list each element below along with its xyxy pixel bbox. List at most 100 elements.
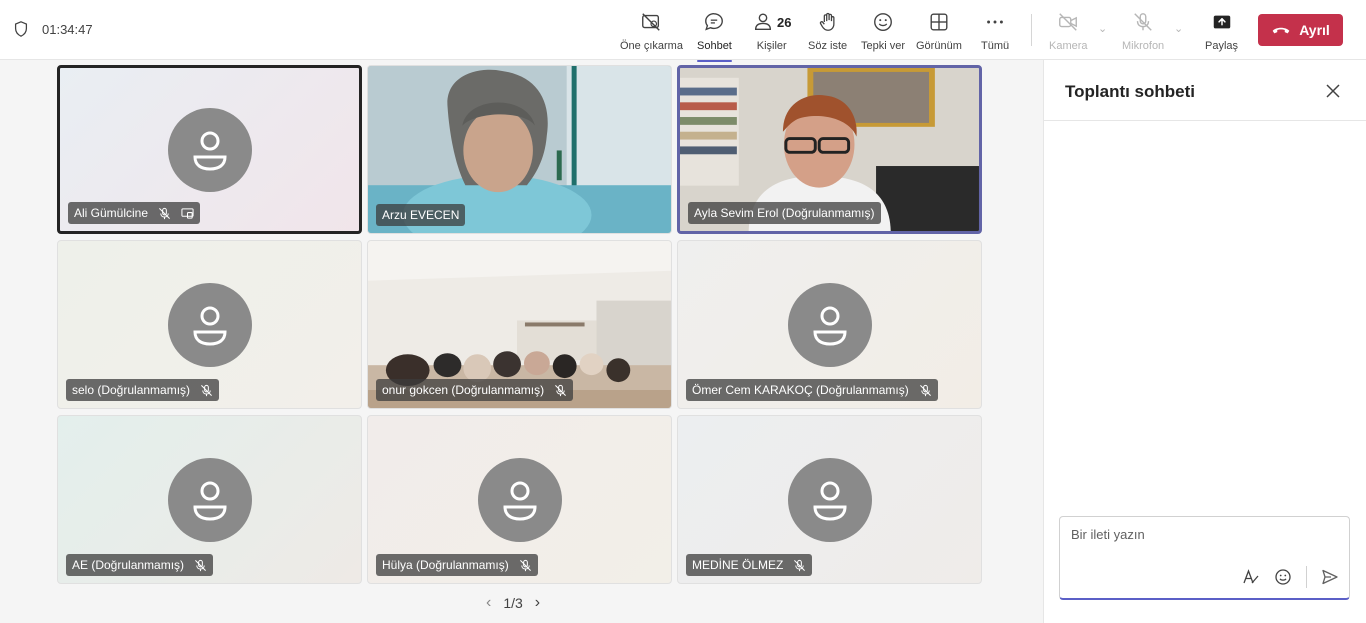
participant-tile[interactable]: Arzu EVECEN (367, 65, 672, 234)
chat-title: Toplantı sohbeti (1065, 82, 1196, 101)
camera-options-chevron-icon[interactable]: ⌄ (1098, 22, 1107, 35)
participant-name-tag: Ömer Cem KARAKOÇ (Doğrulanmamış) (686, 379, 938, 401)
participant-name: Hülya (Doğrulanmamış) (382, 558, 509, 572)
emoji-icon[interactable] (1274, 568, 1292, 586)
person-icon (502, 481, 537, 521)
hand-icon (819, 12, 835, 31)
leave-label: Ayrıl (1299, 22, 1330, 38)
raise-hand-button[interactable]: Söz iste (808, 10, 847, 56)
participant-tile[interactable]: Ayla Sevim Erol (Doğrulanmamış) (677, 65, 982, 234)
participant-name: selo (Doğrulanmamış) (72, 383, 191, 397)
person-icon (192, 481, 227, 521)
more-icon (987, 20, 1003, 24)
message-composer (1059, 516, 1350, 600)
react-label: Tepki ver (861, 40, 906, 52)
microphone-label: Mikrofon (1122, 40, 1165, 52)
toolbar-divider (1031, 14, 1032, 46)
participant-name: Arzu EVECEN (382, 208, 460, 222)
microphone-off-icon (1134, 13, 1152, 31)
message-input[interactable] (1071, 527, 1331, 542)
participant-name-tag: selo (Doğrulanmamış) (66, 379, 220, 401)
mic-muted-icon (919, 384, 931, 396)
participant-avatar (167, 107, 252, 192)
chat-icon (705, 13, 724, 31)
participant-tile[interactable]: MEDİNE ÖLMEZ (677, 415, 982, 584)
mic-muted-icon (159, 207, 170, 219)
microphone-options-chevron-icon[interactable]: ⌄ (1174, 22, 1183, 35)
participant-name: Ömer Cem KARAKOÇ (Doğrulanmamış) (692, 383, 909, 397)
spotlight-icon (642, 13, 661, 31)
format-icon[interactable] (1242, 568, 1260, 586)
share-button[interactable]: Paylaş (1205, 10, 1238, 56)
participant-name-tag: Ali Gümülcine (68, 202, 201, 224)
participant-tile[interactable]: Ömer Cem KARAKOÇ (Doğrulanmamış) (677, 240, 982, 409)
share-icon (1213, 15, 1230, 29)
person-icon (192, 306, 227, 346)
gallery-pager: ‹ 1/3 › (486, 594, 540, 612)
more-label: Tümü (981, 40, 1010, 52)
people-icon (754, 13, 772, 31)
person-icon (812, 481, 847, 521)
participant-name-tag: Hülya (Doğrulanmamış) (376, 554, 538, 576)
people-button[interactable]: 26 Kişiler (752, 10, 791, 56)
previous-page-chevron-icon[interactable]: ‹ (486, 594, 491, 612)
view-button[interactable]: Görünüm (916, 10, 962, 56)
participant-name-tag: AE (Doğrulanmamış) (66, 554, 214, 576)
leave-button[interactable]: Ayrıl (1258, 14, 1343, 46)
grid-view-icon (930, 13, 948, 31)
mic-muted-icon (195, 559, 206, 571)
view-label: Görünüm (916, 40, 962, 52)
participant-tile[interactable]: Ali Gümülcine (57, 65, 362, 234)
share-label: Paylaş (1205, 40, 1239, 52)
composer-divider (1306, 566, 1307, 588)
participant-name: AE (Doğrulanmamış) (72, 558, 185, 572)
participant-avatar (167, 282, 252, 367)
composer-tools (1242, 566, 1339, 588)
person-icon (812, 306, 847, 346)
hang-up-icon (1272, 27, 1290, 34)
participant-tile[interactable]: Hülya (Doğrulanmamış) (367, 415, 672, 584)
participant-name: Ali Gümülcine (74, 206, 149, 220)
spotlight-button[interactable]: Öne çıkarma (620, 10, 683, 56)
participant-name-tag: MEDİNE ÖLMEZ (686, 554, 813, 576)
react-button[interactable]: Tepki ver (861, 10, 905, 56)
microphone-button[interactable]: Mikrofon (1122, 10, 1164, 56)
mic-muted-icon (555, 384, 567, 396)
participant-avatar (787, 282, 872, 367)
participant-name-tag: Ayla Sevim Erol (Doğrulanmamış) (688, 202, 881, 224)
camera-label: Kamera (1049, 40, 1088, 52)
mic-muted-icon (201, 384, 213, 396)
chat-button[interactable]: Sohbet (697, 10, 732, 62)
participant-avatar (167, 457, 252, 542)
person-icon (192, 131, 227, 171)
next-page-chevron-icon[interactable]: › (535, 594, 540, 612)
participant-tile[interactable]: selo (Doğrulanmamış) (57, 240, 362, 409)
meeting-toolbar: 01:34:47 Öne çıkarma Sohbet 26 Kişiler S… (0, 0, 1366, 62)
participant-name-tag: onur gokcen (Doğrulanmamış) (376, 379, 574, 401)
participant-name: Ayla Sevim Erol (Doğrulanmamış) (694, 206, 875, 220)
emoji-icon (874, 13, 892, 31)
meeting-chat-panel: Toplantı sohbeti (1043, 60, 1366, 623)
mic-muted-icon (519, 559, 531, 571)
shield-icon (14, 21, 28, 37)
close-icon[interactable] (1324, 82, 1342, 100)
participant-name: onur gokcen (Doğrulanmamış) (382, 383, 545, 397)
raise-hand-label: Söz iste (808, 40, 848, 52)
participant-avatar (787, 457, 872, 542)
call-timer: 01:34:47 (12, 20, 93, 38)
chat-header: Toplantı sohbeti (1044, 60, 1366, 121)
page-indicator: 1/3 (503, 595, 523, 611)
people-count: 26 (777, 14, 792, 30)
participant-tile[interactable]: AE (Doğrulanmamış) (57, 415, 362, 584)
participant-tile[interactable]: onur gokcen (Doğrulanmamış) (367, 240, 672, 409)
screen-share-icon (181, 207, 194, 219)
call-duration: 01:34:47 (42, 21, 93, 37)
participant-name: MEDİNE ÖLMEZ (692, 558, 784, 572)
participant-avatar (477, 457, 562, 542)
chat-label: Sohbet (697, 40, 732, 52)
camera-button[interactable]: Kamera (1049, 10, 1088, 56)
spotlight-label: Öne çıkarma (620, 40, 683, 52)
send-icon[interactable] (1321, 568, 1339, 586)
more-button[interactable]: Tümü (981, 10, 1009, 56)
camera-off-icon (1059, 13, 1078, 31)
